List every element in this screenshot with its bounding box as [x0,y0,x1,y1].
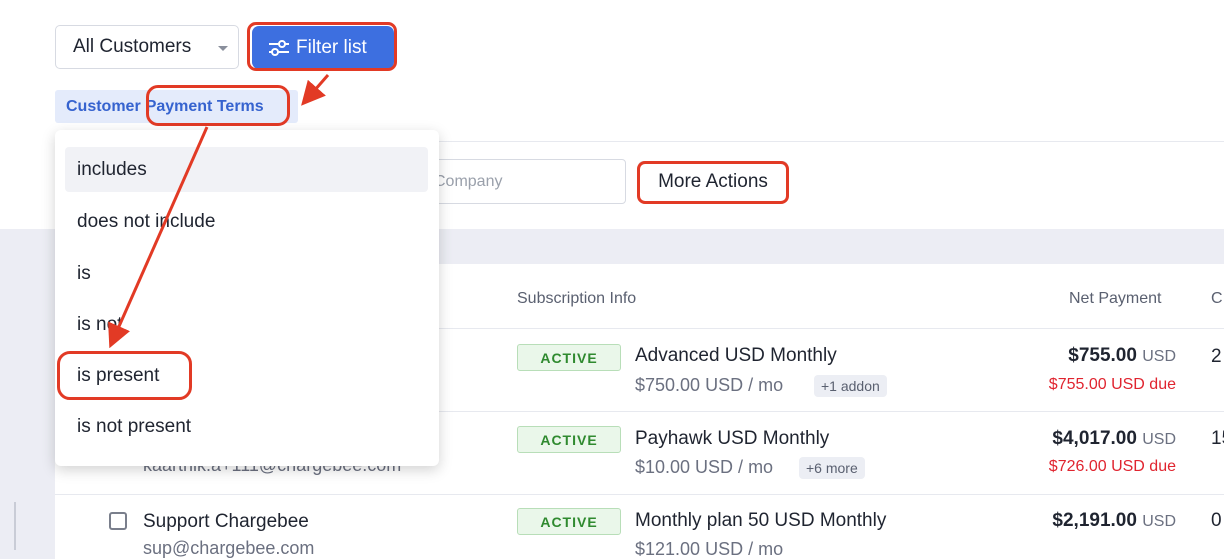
arrow-to-chip [301,74,330,106]
arrow-to-is-present [108,126,209,349]
annotation-arrows [108,74,330,349]
